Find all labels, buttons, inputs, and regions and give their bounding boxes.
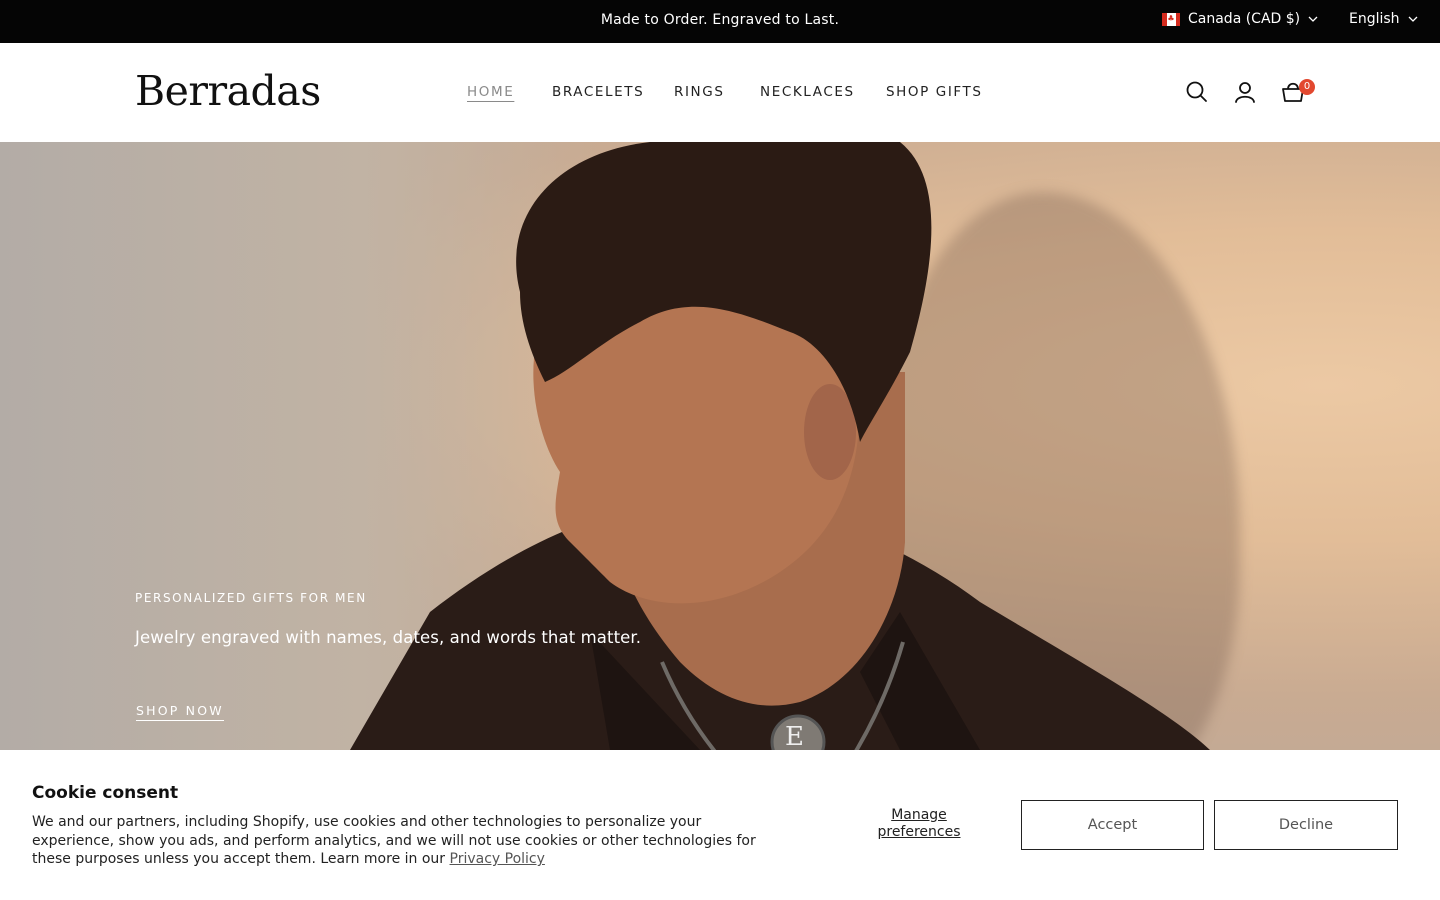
cart-count-badge: 0 bbox=[1299, 79, 1315, 95]
announcement-bar: Made to Order. Engraved to Last. ♣ Canad… bbox=[0, 0, 1440, 43]
cookie-title: Cookie consent bbox=[32, 783, 179, 803]
pendant-letter: E bbox=[785, 722, 804, 750]
country-selector[interactable]: ♣ Canada (CAD $) bbox=[1162, 11, 1318, 27]
brand-logo[interactable]: Berradas bbox=[135, 67, 321, 115]
decline-button[interactable]: Decline bbox=[1214, 800, 1398, 850]
nav-item-home[interactable]: HOME bbox=[467, 84, 514, 100]
nav-item-rings[interactable]: RINGS bbox=[674, 84, 725, 100]
language-label: English bbox=[1349, 11, 1400, 27]
nav-item-shop-gifts[interactable]: SHOP GIFTS bbox=[886, 84, 983, 100]
accept-button[interactable]: Accept bbox=[1021, 800, 1204, 850]
shop-now-link[interactable]: SHOP NOW bbox=[136, 703, 224, 721]
search-icon[interactable] bbox=[1184, 79, 1210, 105]
nav-item-bracelets[interactable]: BRACELETS bbox=[552, 84, 644, 100]
hero-subtitle: Jewelry engraved with names, dates, and … bbox=[135, 628, 642, 647]
account-icon[interactable] bbox=[1232, 79, 1258, 105]
chevron-down-icon bbox=[1408, 16, 1418, 22]
site-header: Berradas HOME BRACELETS RINGS NECKLACES … bbox=[0, 43, 1440, 142]
privacy-policy-link[interactable]: Privacy Policy bbox=[450, 851, 545, 867]
manage-preferences-button[interactable]: Manage preferences bbox=[860, 807, 978, 841]
canada-flag-icon: ♣ bbox=[1162, 12, 1180, 26]
language-selector[interactable]: English bbox=[1349, 11, 1418, 27]
hero-banner: E PERSONALIZED GIFTS FOR MEN Jewelry eng… bbox=[0, 142, 1440, 750]
nav-item-necklaces[interactable]: NECKLACES bbox=[760, 84, 855, 100]
country-label: Canada (CAD $) bbox=[1188, 11, 1301, 27]
hero-model-image bbox=[350, 142, 1210, 750]
chevron-down-icon bbox=[1308, 16, 1318, 22]
hero-title: PERSONALIZED GIFTS FOR MEN bbox=[135, 591, 367, 605]
cookie-body: We and our partners, including Shopify, … bbox=[32, 814, 756, 867]
cookie-text: We and our partners, including Shopify, … bbox=[32, 813, 772, 869]
cookie-consent-banner: Cookie consent We and our partners, incl… bbox=[0, 750, 1440, 900]
